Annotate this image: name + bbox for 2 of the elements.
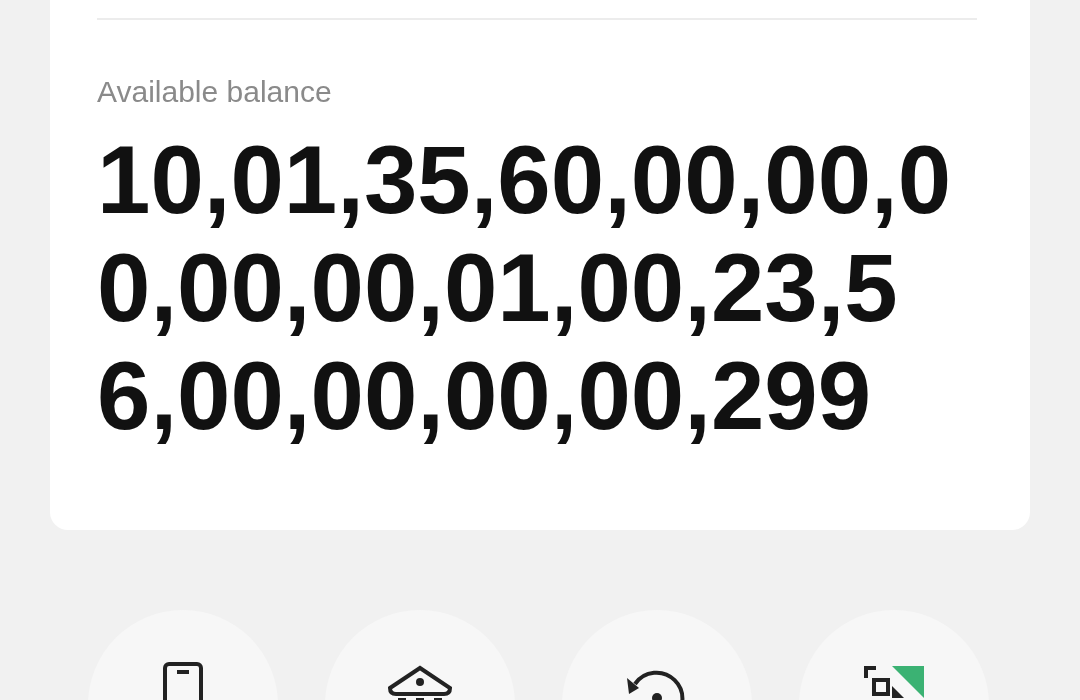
balance-amount: 10,01,35,60,00,00,00,00,00,01,00,23,56,00,00,00,00,299 — [97, 126, 953, 450]
balance-label: Available balance — [97, 74, 332, 110]
